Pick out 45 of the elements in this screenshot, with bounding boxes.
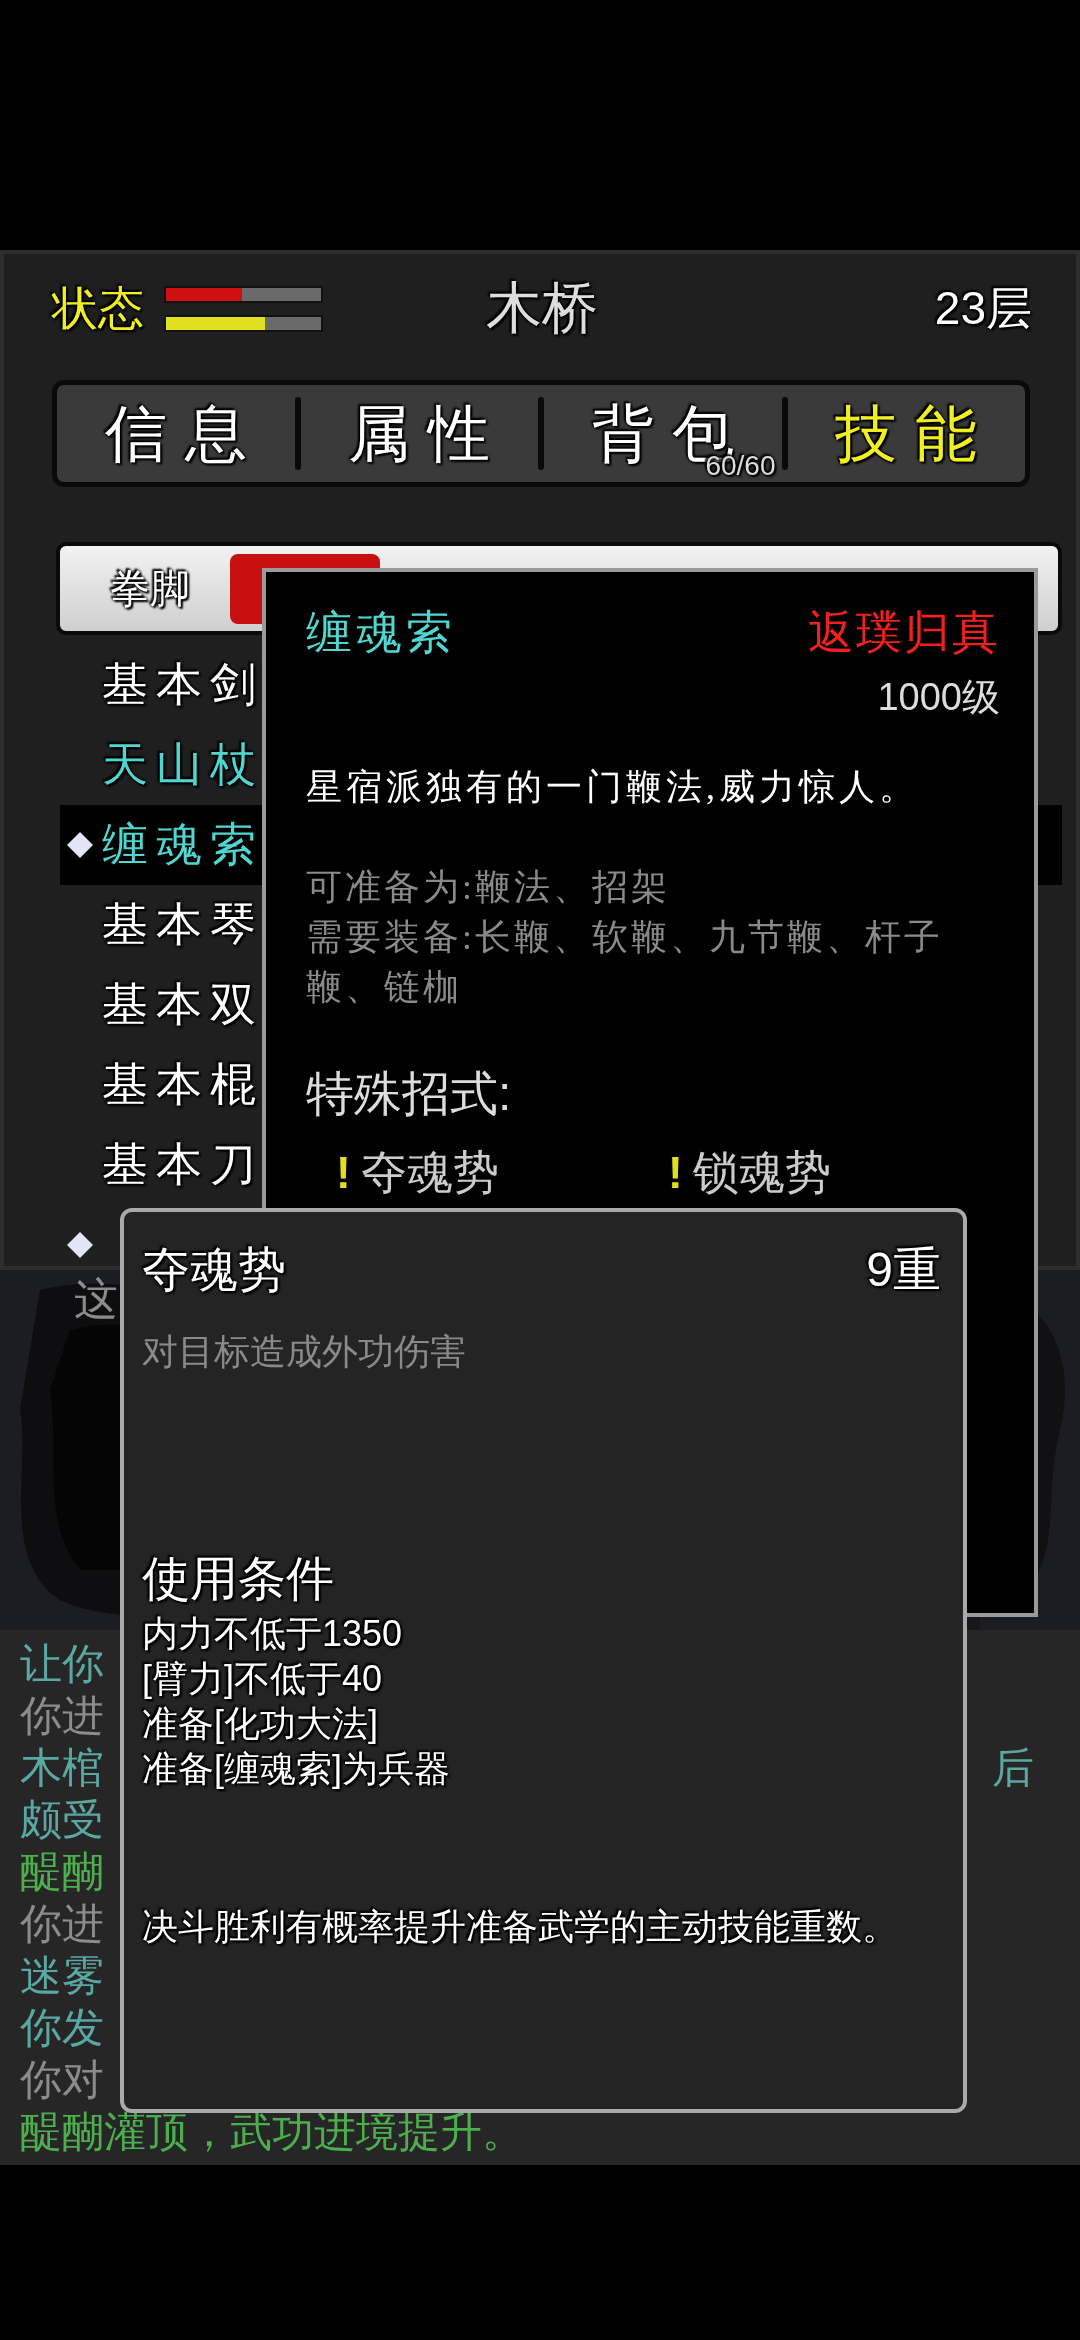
condition-text: [臂力]不低于40: [142, 1657, 384, 1701]
move-note: 决斗胜利有概率提升准备武学的主动技能重数。: [142, 1905, 899, 1949]
alert-mark: !: [336, 1148, 351, 1198]
move-title: 夺魂势: [142, 1242, 286, 1298]
scene-text: 这: [74, 1273, 118, 1325]
log-line: 你进: [20, 1900, 104, 1947]
skill-title: 缠魂索: [306, 606, 456, 660]
condition-text: 内力不低于1350: [142, 1612, 404, 1656]
move-name[interactable]: 夺魂势: [360, 1142, 499, 1204]
tab[interactable]: 技能: [787, 385, 1025, 482]
floor-label: 23层: [934, 281, 1032, 336]
skill-name[interactable]: 基本双: [102, 974, 264, 1036]
skill-name[interactable]: 天山杖: [102, 734, 264, 796]
log-line: 你进: [20, 1692, 104, 1739]
log-line: 迷雾: [20, 1952, 104, 1999]
log-line: 你发: [20, 2004, 104, 2051]
log-line: 木棺: [20, 1744, 104, 1791]
log-line: 颇受: [20, 1796, 104, 1843]
skill-name[interactable]: 基本琴: [102, 894, 264, 956]
log-fragment: 后: [992, 1743, 1034, 1793]
tab[interactable]: 属性: [300, 385, 538, 482]
skill-description: 星宿派独有的一门鞭法,威力惊人。: [306, 766, 920, 809]
condition-text: 准备[缠魂索]为兵器: [142, 1747, 451, 1791]
log-line: 你对: [20, 2056, 104, 2103]
status-label[interactable]: 状态: [52, 278, 144, 340]
log-line: 让你: [20, 1640, 104, 1687]
skill-note: 可准备为:鞭法、招架: [306, 866, 671, 909]
move-effect: 对目标造成外功伤害: [142, 1330, 467, 1374]
skill-rank: 返璞归真: [808, 606, 1000, 660]
move-tier-label: 9重: [866, 1242, 941, 1298]
skill-level: 1000级: [876, 675, 1000, 720]
tab[interactable]: 信息: [57, 385, 295, 482]
skill-name[interactable]: 基本刀: [102, 1134, 264, 1196]
moves-heading: 特殊招式:: [306, 1066, 513, 1122]
skill-note: 需要装备:长鞭、软鞭、九节鞭、杆子鞭、链枷: [306, 916, 944, 1009]
skill-name[interactable]: 缠魂索: [102, 814, 264, 876]
log-line: 醍醐: [20, 1848, 104, 1895]
conditions-heading: 使用条件: [142, 1551, 335, 1607]
move-name[interactable]: 锁魂势: [692, 1142, 831, 1204]
condition-text: 准备[化功大法]: [142, 1702, 379, 1746]
location-title: 木桥: [486, 276, 598, 341]
skill-name[interactable]: 基本棍: [102, 1054, 264, 1116]
skill-name[interactable]: 基本剑: [102, 654, 264, 716]
alert-mark: !: [668, 1148, 683, 1198]
log-line: 醍醐灌顶，武功进境提升。: [20, 2108, 524, 2155]
